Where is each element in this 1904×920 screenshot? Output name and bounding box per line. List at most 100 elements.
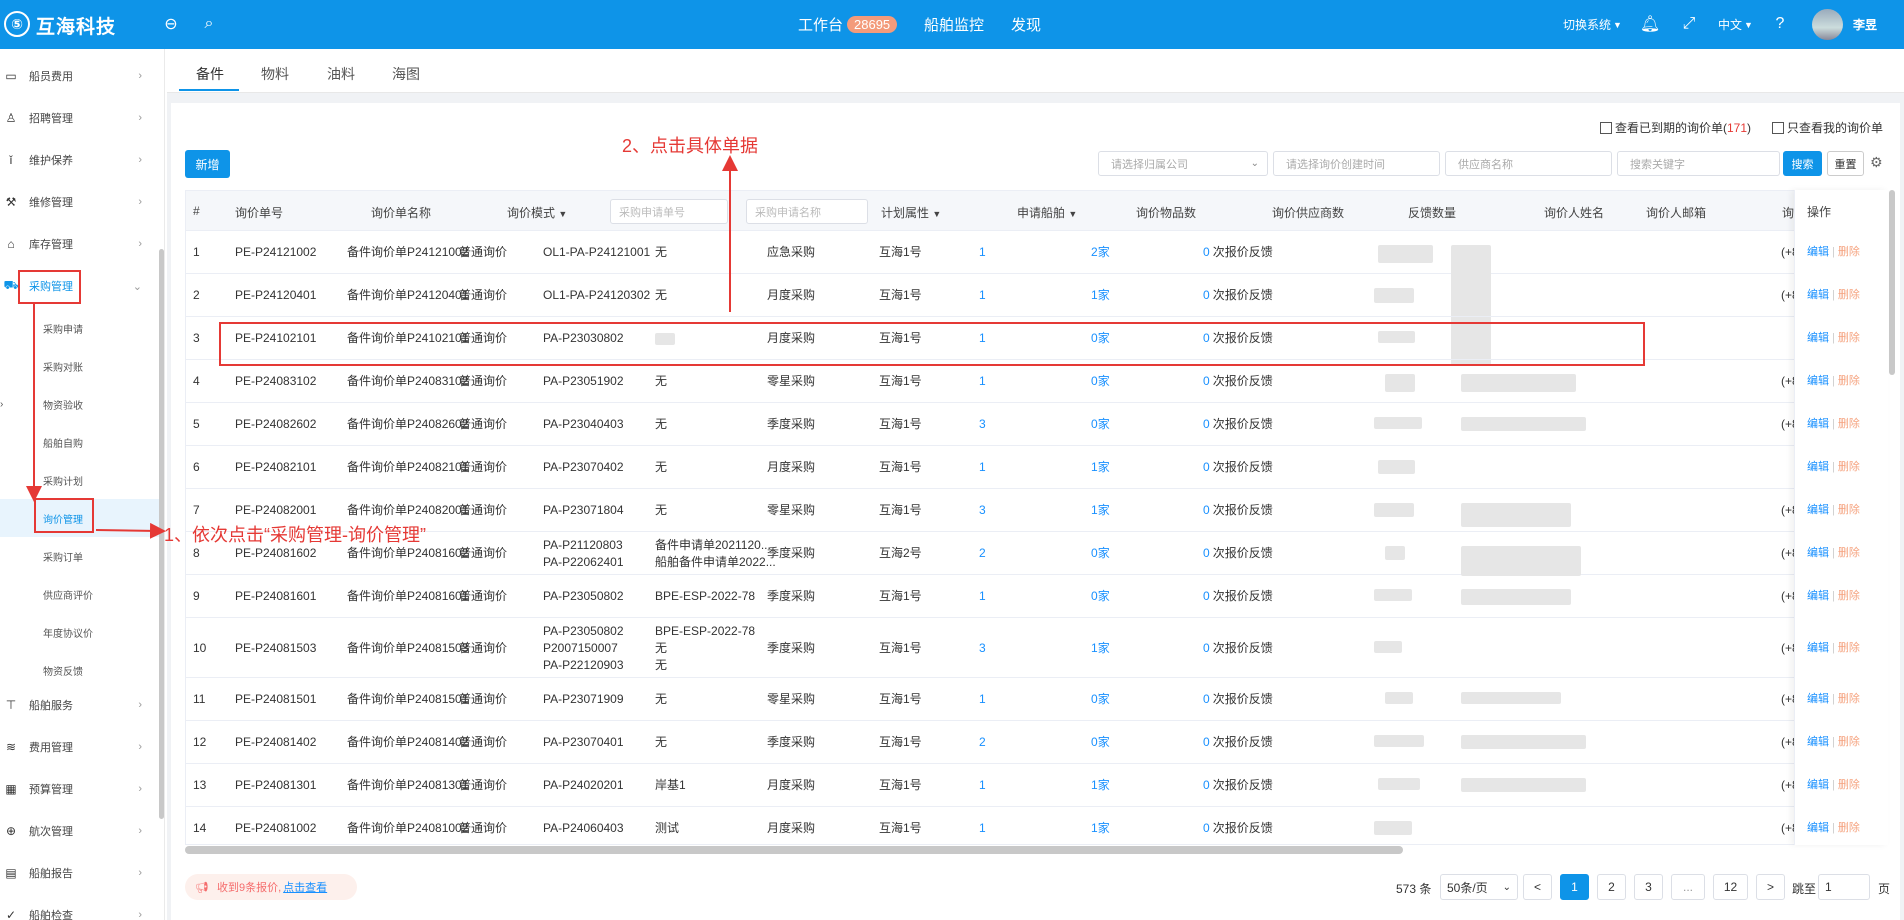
delete-link[interactable]: 删除 [1838,418,1860,430]
nav-discover[interactable]: 发现 [1011,0,1041,49]
tab-oil[interactable]: 油料 [327,64,355,84]
edit-link[interactable]: 编辑 [1807,332,1829,344]
sidebar-subitem-2[interactable]: 物资验收 › [0,385,160,423]
table-row[interactable]: 2 PE-P24120401 备件询价单P24120401 普通询价 OL1-PA-P2… [186,274,1887,317]
sidebar-subitem-8[interactable]: 年度协议价 [0,613,160,651]
cell-items-link[interactable]: 1 [979,373,986,390]
feedback-count[interactable]: 0 [1203,589,1210,603]
edit-link[interactable]: 编辑 [1807,736,1829,748]
sidebar-item-2[interactable]: ǐ 维护保养 › [0,139,160,181]
table-row[interactable]: 1 PE-P24121002 备件询价单P24121002 普通询价 OL1-PA-P2… [186,231,1887,365]
cell-suppliers-link[interactable]: 0家 [1091,734,1110,751]
reset-button[interactable]: 重置 [1827,151,1864,176]
cell-suppliers-link[interactable]: 0家 [1091,588,1110,605]
sidebar-subitem-4[interactable]: 采购计划 [0,461,160,499]
table-vertical-scrollbar[interactable] [1889,190,1895,375]
edit-link[interactable]: 编辑 [1807,504,1829,516]
delete-link[interactable]: 删除 [1838,693,1860,705]
feedback-count[interactable]: 0 [1203,546,1210,560]
delete-link[interactable]: 删除 [1838,504,1860,516]
mine-checkbox[interactable]: 只查看我的询价单 [1772,119,1883,136]
edit-link[interactable]: 编辑 [1807,547,1829,559]
cell-items-link[interactable]: 1 [979,459,986,476]
cell-items-link[interactable]: 1 [979,691,986,708]
delete-link[interactable]: 删除 [1838,642,1860,654]
cell-suppliers-link[interactable]: 0家 [1091,691,1110,708]
delete-link[interactable]: 删除 [1838,246,1860,258]
search-button[interactable]: 搜索 [1783,151,1822,176]
delete-link[interactable]: 删除 [1838,461,1860,473]
cell-suppliers-link[interactable]: 0家 [1091,416,1110,433]
feedback-count[interactable]: 0 [1203,374,1210,388]
delete-link[interactable]: 删除 [1838,332,1860,344]
cell-suppliers-link[interactable]: 2家 [1091,244,1110,261]
sidebar-item-after-5[interactable]: ✓ 船舶检查 › [0,894,160,920]
date-picker[interactable]: 请选择询价创建时间 [1273,151,1440,176]
tab-materials[interactable]: 物料 [261,64,289,84]
feedback-count[interactable]: 0 [1203,245,1210,259]
cell-suppliers-link[interactable]: 1家 [1091,459,1110,476]
edit-link[interactable]: 编辑 [1807,375,1829,387]
req-no-filter-input[interactable]: 采购申请单号 [610,199,728,224]
edit-link[interactable]: 编辑 [1807,289,1829,301]
sidebar-subitem-0[interactable]: 采购申请 [0,309,160,347]
table-horizontal-scrollbar[interactable] [185,846,1403,854]
table-row[interactable]: 13 PE-P24081301 备件询价单P24081301 普通询价 PA-P2402… [186,764,1887,807]
cell-items-link[interactable]: 1 [979,244,986,261]
checkbox-box[interactable] [1600,121,1612,134]
page-3-button[interactable]: 3 [1634,874,1663,900]
edit-link[interactable]: 编辑 [1807,418,1829,430]
edit-link[interactable]: 编辑 [1807,642,1829,654]
feedback-count[interactable]: 0 [1203,778,1210,792]
cell-suppliers-link[interactable]: 0家 [1091,373,1110,390]
sidebar-item-after-4[interactable]: ▤ 船舶报告 › [0,852,160,894]
edit-link[interactable]: 编辑 [1807,822,1829,834]
edit-link[interactable]: 编辑 [1807,461,1829,473]
req-name-filter-input[interactable]: 采购申请名称 [746,199,868,224]
keyword-input[interactable]: 搜索关键字 [1617,151,1780,176]
cell-items-link[interactable]: 1 [979,287,986,304]
table-row[interactable]: 12 PE-P24081402 备件询价单P24081402 普通询价 PA-P2307… [186,721,1887,764]
cell-items-link[interactable]: 1 [979,820,986,837]
page-2-button[interactable]: 2 [1597,874,1626,900]
cell-items-link[interactable]: 3 [979,416,986,433]
nav-workbench[interactable]: 工作台 28695 [798,0,898,49]
cell-suppliers-link[interactable]: 1家 [1091,820,1110,837]
sidebar-item-after-1[interactable]: ≋ 费用管理 › [0,726,160,768]
cell-suppliers-link[interactable]: 1家 [1091,287,1110,304]
user-name[interactable]: 李昱 [1853,0,1877,49]
settings-gear-icon[interactable]: ⚙ [1870,154,1883,171]
feedback-count[interactable]: 0 [1203,692,1210,706]
cell-items-link[interactable]: 3 [979,640,986,657]
delete-link[interactable]: 删除 [1838,779,1860,791]
sidebar-subitem-7[interactable]: 供应商评价 [0,575,160,613]
feedback-count[interactable]: 0 [1203,821,1210,835]
sidebar-item-4[interactable]: ⌂ 库存管理 › [0,223,160,265]
sidebar-item-after-3[interactable]: ⊕ 航次管理 › [0,810,160,852]
page-size-select[interactable]: 50条/页 ⌄ [1440,874,1518,900]
page-ellipsis[interactable]: ... [1671,874,1705,900]
language-dropdown[interactable]: 中文 ▼ [1718,0,1753,49]
tab-charts[interactable]: 海图 [392,64,420,84]
cell-suppliers-link[interactable]: 0家 [1091,545,1110,562]
feedback-count[interactable]: 0 [1203,503,1210,517]
edit-link[interactable]: 编辑 [1807,246,1829,258]
sidebar-item-3[interactable]: ⚒ 维修管理 › [0,181,160,223]
cell-items-link[interactable]: 3 [979,502,986,519]
avatar[interactable] [1812,9,1843,40]
delete-link[interactable]: 删除 [1838,822,1860,834]
feedback-count[interactable]: 0 [1203,417,1210,431]
supplier-input[interactable]: 供应商名称 [1445,151,1612,176]
help-icon[interactable]: ? [1770,14,1790,34]
sidebar-subitem-6[interactable]: 采购订单 [0,537,160,575]
table-row[interactable]: 4 PE-P24083102 备件询价单P24083102 普通询价 PA-P23051… [186,360,1887,403]
fullscreen-icon[interactable]: ⤢ [1679,14,1699,34]
delete-link[interactable]: 删除 [1838,375,1860,387]
table-row[interactable]: 14 PE-P24081002 备件询价单P24081002 普通询价 PA-P2406… [186,807,1887,844]
tab-spare-parts[interactable]: 备件 [196,64,224,84]
cell-suppliers-link[interactable]: 1家 [1091,777,1110,794]
table-row[interactable]: 6 PE-P24082101 备件询价单P24082101 普通询价 PA-P23070… [186,446,1887,489]
search-icon[interactable]: ⌕ [199,14,219,34]
th-ship[interactable]: 申请船舶 ▼ [1017,204,1077,221]
table-row[interactable]: 8 PE-P24081602 备件询价单P24081602 普通询价 PA-P21120… [186,532,1887,576]
